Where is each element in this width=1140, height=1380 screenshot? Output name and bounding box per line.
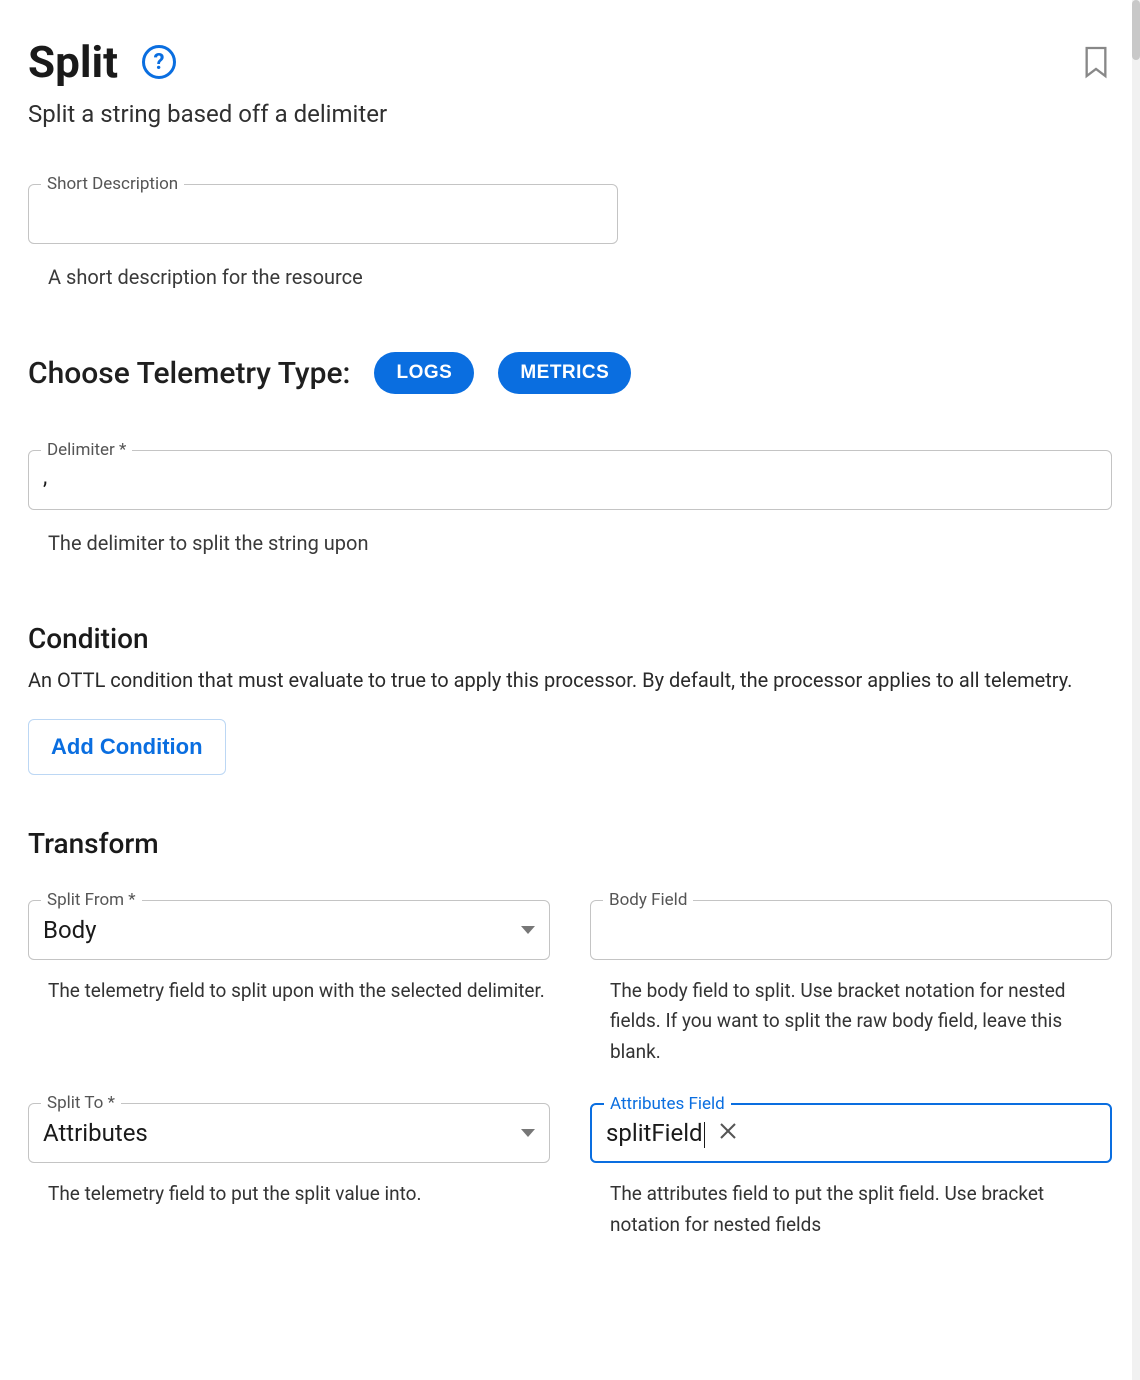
scrollbar[interactable] <box>1132 0 1140 1380</box>
attributes-field-input-wrap[interactable]: Attributes Field splitField <box>590 1103 1112 1163</box>
split-to-col: Split To * Attributes The telemetry fiel… <box>28 1103 550 1240</box>
delimiter-label: Delimiter * <box>41 440 132 460</box>
add-condition-button[interactable]: Add Condition <box>28 719 226 775</box>
split-to-helper: The telemetry field to put the split val… <box>48 1179 550 1209</box>
transform-title: Transform <box>28 827 1112 860</box>
short-description-input[interactable] <box>43 199 603 224</box>
delimiter-helper: The delimiter to split the string upon <box>48 528 1112 558</box>
short-description-input-wrap[interactable]: Short Description <box>28 184 618 244</box>
telemetry-pill-metrics[interactable]: METRICS <box>498 352 631 394</box>
chevron-down-icon <box>521 1129 535 1137</box>
title-group: Split ? <box>28 36 176 88</box>
chevron-down-icon <box>521 926 535 934</box>
page-title: Split <box>28 36 118 88</box>
body-field-label: Body Field <box>603 890 693 910</box>
split-from-value: Body <box>43 916 97 944</box>
telemetry-section-label: Choose Telemetry Type: <box>28 356 350 391</box>
page-subtitle: Split a string based off a delimiter <box>28 100 1112 128</box>
body-field-input-wrap[interactable]: Body Field <box>590 900 1112 960</box>
short-description-field: Short Description A short description fo… <box>28 184 1112 292</box>
split-from-col: Split From * Body The telemetry field to… <box>28 900 550 1067</box>
bookmark-icon[interactable] <box>1080 44 1112 80</box>
transform-grid-row1: Split From * Body The telemetry field to… <box>28 900 1112 1067</box>
split-to-value: Attributes <box>43 1119 148 1147</box>
attributes-field-col: Attributes Field splitField The attribut… <box>590 1103 1112 1240</box>
split-from-helper: The telemetry field to split upon with t… <box>48 976 550 1006</box>
delimiter-input-wrap[interactable]: Delimiter * <box>28 450 1112 510</box>
split-to-label: Split To * <box>41 1093 121 1113</box>
clear-icon[interactable] <box>715 1121 741 1146</box>
help-icon[interactable]: ? <box>142 45 176 79</box>
telemetry-pill-logs[interactable]: LOGS <box>374 352 474 394</box>
split-to-select[interactable]: Split To * Attributes <box>28 1103 550 1163</box>
split-from-label: Split From * <box>41 890 142 910</box>
scrollbar-thumb[interactable] <box>1132 0 1140 60</box>
body-field-col: Body Field The body field to split. Use … <box>590 900 1112 1067</box>
delimiter-input[interactable] <box>43 465 1097 490</box>
attributes-field-helper: The attributes field to put the split fi… <box>610 1179 1112 1240</box>
condition-title: Condition <box>28 622 1112 655</box>
transform-grid-row2: Split To * Attributes The telemetry fiel… <box>28 1103 1112 1240</box>
text-cursor <box>704 1122 705 1148</box>
body-field-input[interactable] <box>605 918 1097 943</box>
body-field-helper: The body field to split. Use bracket not… <box>610 976 1112 1067</box>
condition-description: An OTTL condition that must evaluate to … <box>28 665 1112 695</box>
attributes-field-value: splitField <box>606 1119 705 1148</box>
telemetry-row: Choose Telemetry Type: LOGS METRICS <box>28 352 1112 394</box>
short-description-helper: A short description for the resource <box>48 262 1112 292</box>
split-from-select[interactable]: Split From * Body <box>28 900 550 960</box>
short-description-label: Short Description <box>41 174 184 194</box>
attributes-field-label: Attributes Field <box>604 1094 731 1114</box>
header-row: Split ? <box>28 36 1112 88</box>
